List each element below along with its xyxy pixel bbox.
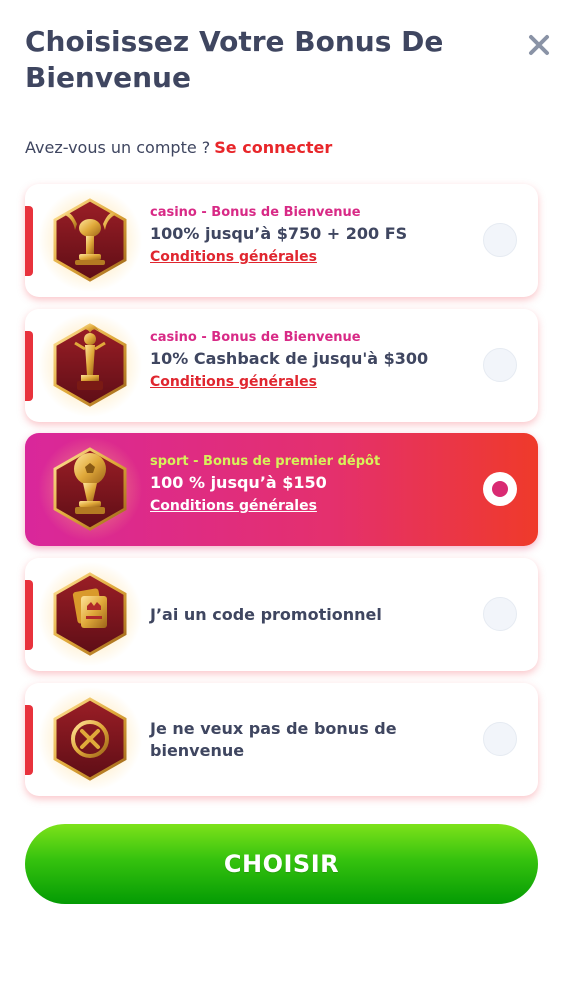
card-accent: [25, 331, 33, 401]
bonus-radio[interactable]: [483, 348, 517, 382]
bonus-text: casino - Bonus de Bienvenue 100% jusqu’à…: [150, 204, 480, 267]
bonus-offer: J’ai un code promotionnel: [150, 604, 382, 624]
bonus-offer: 100% jusqu’à $750 + 200 FS: [150, 224, 408, 243]
bonus-offer: 10% Cashback de jusqu'à $300: [150, 349, 429, 368]
bonus-category: casino - Bonus de Bienvenue: [150, 330, 361, 345]
no-bonus-x-icon: [38, 687, 142, 791]
bonus-radio[interactable]: [483, 722, 517, 756]
choose-button[interactable]: CHOISIR: [25, 824, 538, 904]
promo-code-cards-icon: [38, 562, 142, 666]
bonus-option-promo-code[interactable]: J’ai un code promotionnel: [25, 558, 538, 671]
close-icon: [529, 35, 549, 55]
bonus-text: casino - Bonus de Bienvenue 10% Cashback…: [150, 329, 480, 392]
account-prompt: Avez-vous un compte ? Se connecter: [25, 138, 332, 157]
close-button[interactable]: [524, 30, 554, 60]
bonus-radio[interactable]: [483, 597, 517, 631]
bonus-text: J’ai un code promotionnel: [150, 558, 480, 671]
bonus-offer: Je ne veux pas de bonus de bienvenue: [150, 718, 397, 760]
bonus-category: casino - Bonus de Bienvenue: [150, 205, 361, 220]
terms-link[interactable]: Conditions générales: [150, 247, 317, 267]
bonus-radio[interactable]: [483, 223, 517, 257]
card-accent: [25, 580, 33, 650]
login-link[interactable]: Se connecter: [214, 138, 332, 157]
terms-link[interactable]: Conditions générales: [150, 496, 317, 516]
winged-lion-trophy-icon: [38, 188, 142, 292]
card-accent: [25, 206, 33, 276]
bonus-option-sport-first-deposit[interactable]: sport - Bonus de premier dépôt 100 % jus…: [25, 433, 538, 546]
bonus-option-casino-cashback[interactable]: casino - Bonus de Bienvenue 10% Cashback…: [25, 309, 538, 422]
bonus-text: Je ne veux pas de bonus de bienvenue: [150, 683, 480, 796]
award-statue-icon: [38, 313, 142, 417]
bonus-option-casino-welcome[interactable]: casino - Bonus de Bienvenue 100% jusqu’à…: [25, 184, 538, 297]
bonus-text: sport - Bonus de premier dépôt 100 % jus…: [150, 453, 480, 516]
account-question: Avez-vous un compte ?: [25, 138, 211, 157]
golden-football-trophy-icon: [38, 437, 142, 541]
bonus-category: sport - Bonus de premier dépôt: [150, 454, 381, 469]
bonus-offer: 100 % jusqu’à $150: [150, 473, 327, 492]
page-title: Choisissez Votre Bonus De Bienvenue: [25, 25, 444, 94]
bonus-option-no-bonus[interactable]: Je ne veux pas de bonus de bienvenue: [25, 683, 538, 796]
bonus-radio-selected[interactable]: [483, 472, 517, 506]
terms-link[interactable]: Conditions générales: [150, 372, 317, 392]
card-accent: [25, 705, 33, 775]
